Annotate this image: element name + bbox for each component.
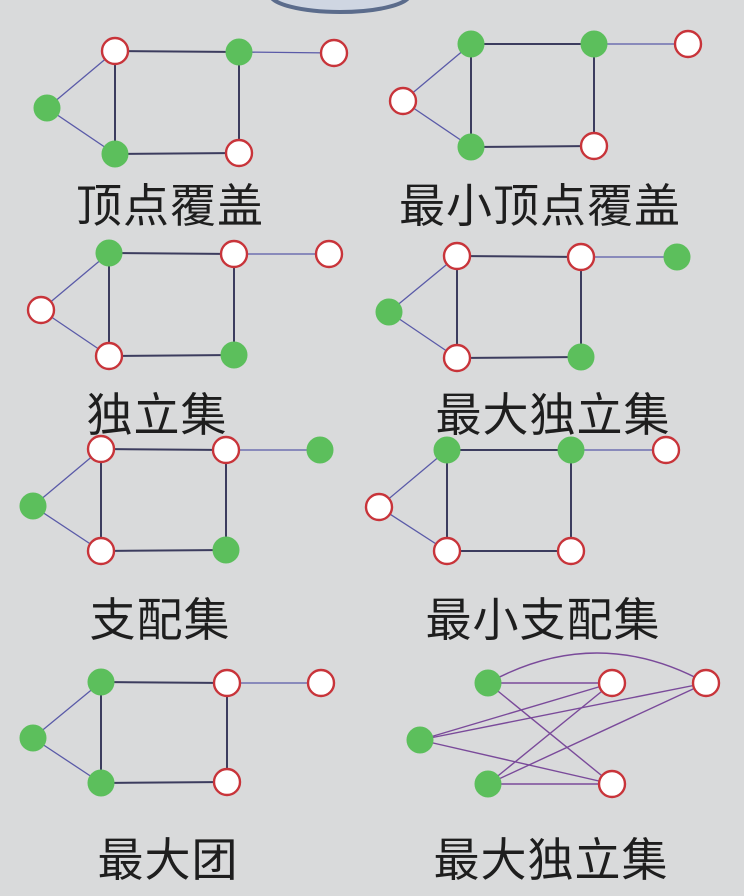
graph-panel-3 [26,239,344,371]
graph-panel-7 [19,668,336,797]
panel-label: 最大独立集 [433,833,669,887]
graph-edge [100,549,227,552]
graph-edge [108,354,235,357]
unselected-vertex [26,295,56,325]
graph-edge [108,252,235,255]
panel-label: 顶点覆盖 [76,179,264,233]
graph-edge [238,51,335,54]
selected-vertex [457,30,485,58]
selected-vertex [225,38,253,66]
panel-label: 支配集 [89,593,231,647]
graph-panel-1 [33,36,349,168]
panel-label: 独立集 [86,388,228,442]
graph-edge [419,682,613,741]
selected-vertex [474,669,502,697]
graph-theory-diagram [19,0,721,799]
panel-label: 最大团 [97,833,239,887]
unselected-vertex [673,29,703,59]
selected-vertex [457,133,485,161]
panel-label: 最小顶点覆盖 [399,179,681,233]
selected-vertex [212,536,240,564]
unselected-vertex [566,242,596,272]
unselected-vertex [212,668,242,698]
graph-panel-8 [406,652,721,799]
graph-edge [456,255,582,258]
selected-vertex [95,239,123,267]
selected-vertex [663,243,691,271]
graph-edge [456,356,582,359]
selected-vertex [101,140,129,168]
panel-label: 最小支配集 [425,593,661,647]
selected-vertex [33,94,61,122]
unselected-vertex [364,492,394,522]
graph-edge [470,145,595,148]
graph-edge [487,682,707,785]
unselected-vertex [388,86,418,116]
selected-vertex [580,30,608,58]
unselected-vertex [219,239,249,269]
graph-panel-5 [19,434,334,566]
selected-vertex [375,298,403,326]
selected-vertex [567,343,595,371]
graph-panel-4 [375,241,691,373]
unselected-vertex [94,341,124,371]
unselected-vertex [579,131,609,161]
unselected-vertex [314,239,344,269]
unselected-vertex [86,536,116,566]
selected-vertex [474,770,502,798]
unselected-vertex [224,138,254,168]
graph-edge [419,682,707,741]
top-emblem-fragment [270,0,410,14]
graph-edge [114,152,240,155]
unselected-vertex [556,536,586,566]
selected-vertex [220,341,248,369]
unselected-vertex [442,343,472,373]
graph-panel-6 [364,435,681,566]
selected-vertex [406,726,434,754]
unselected-vertex [100,36,130,66]
unselected-vertex [691,668,721,698]
unselected-vertex [212,767,242,797]
graph-edge [114,50,240,53]
unselected-vertex [442,241,472,271]
selected-vertex [87,668,115,696]
panel-label: 最大独立集 [435,388,671,442]
graph-panel-2 [388,29,703,161]
unselected-vertex [597,769,627,799]
graph-edge [100,448,227,451]
unselected-vertex [597,668,627,698]
graph-edge [100,681,228,684]
graph-edge [487,652,707,684]
unselected-vertex [432,536,462,566]
selected-vertex [19,724,47,752]
selected-vertex [19,492,47,520]
graph-edge [100,781,228,784]
unselected-vertex [319,38,349,68]
selected-vertex [306,436,334,464]
selected-vertex [87,769,115,797]
unselected-vertex [306,668,336,698]
